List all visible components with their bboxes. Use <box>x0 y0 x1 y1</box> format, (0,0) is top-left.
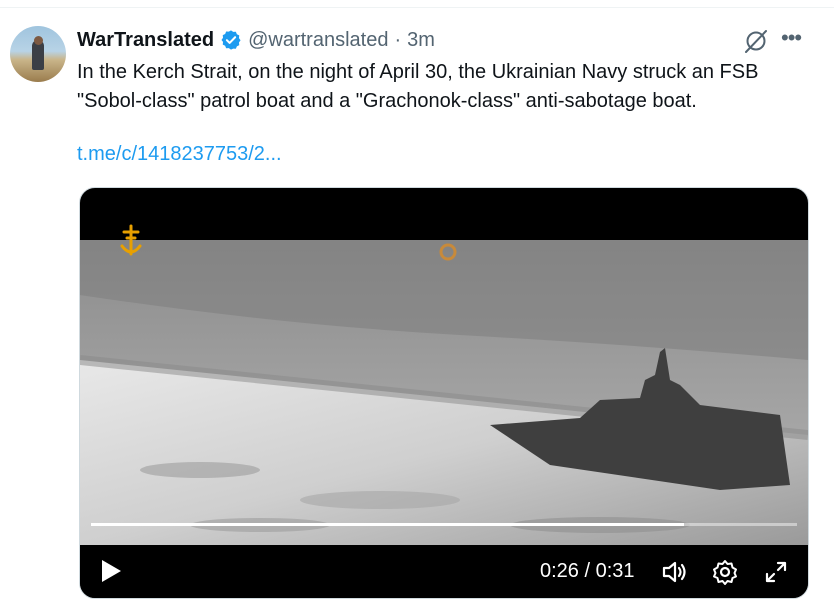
separator-dot: · <box>394 28 402 51</box>
post-time[interactable]: 3m <box>407 29 435 52</box>
duration: 0:31 <box>595 560 635 582</box>
progress-fill <box>91 523 685 526</box>
navy-emblem-icon <box>120 224 142 256</box>
verified-badge-icon[interactable] <box>220 29 242 51</box>
grok-icon[interactable] <box>742 27 770 55</box>
current-time: 0:26 <box>540 560 579 582</box>
time-separator: / <box>578 560 596 582</box>
tweet-header: WarTranslated @wartranslated · 3m <box>77 27 435 53</box>
avatar[interactable] <box>10 26 66 82</box>
avatar-head <box>34 36 43 45</box>
progress-bar[interactable] <box>91 523 797 526</box>
top-divider <box>0 0 834 8</box>
video-controls: 0:26 / 0:31 <box>80 545 808 598</box>
author-name[interactable]: WarTranslated <box>77 29 214 52</box>
volume-icon[interactable] <box>660 557 690 587</box>
tweet-link[interactable]: t.me/c/1418237753/2... <box>77 143 282 166</box>
video-player[interactable]: 0:26 / 0:31 <box>79 187 809 599</box>
author-handle[interactable]: @wartranslated <box>248 29 388 52</box>
video-timecode: 0:26 / 0:31 <box>540 560 635 583</box>
more-icon[interactable]: ••• <box>781 27 809 52</box>
tweet-text: In the Kerch Strait, on the night of Apr… <box>77 61 759 112</box>
fullscreen-icon[interactable] <box>761 557 791 587</box>
play-icon[interactable] <box>98 557 124 585</box>
settings-icon[interactable] <box>710 557 740 587</box>
video-frame <box>80 240 808 545</box>
